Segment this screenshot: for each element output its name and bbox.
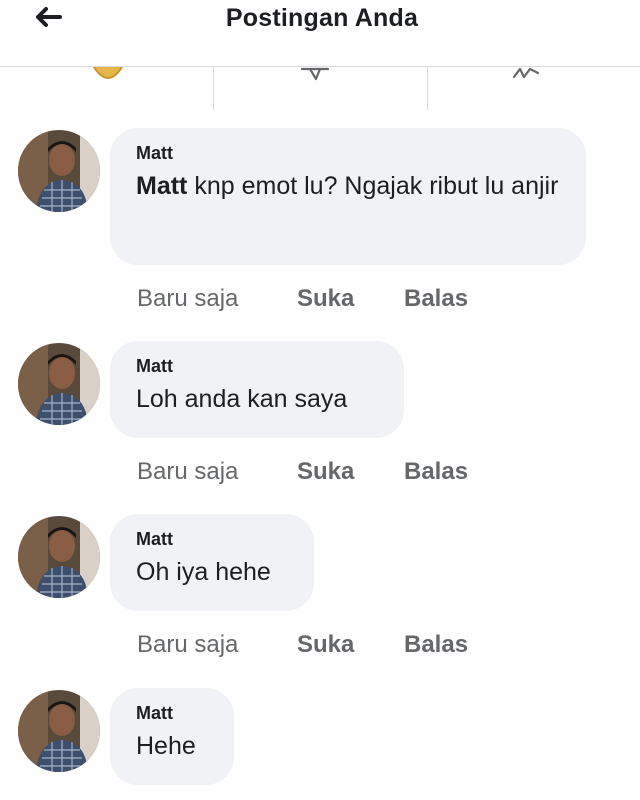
like-button[interactable]: Suka bbox=[297, 631, 354, 659]
divider bbox=[213, 67, 214, 111]
like-button[interactable]: Suka bbox=[297, 285, 354, 313]
reply-button[interactable]: Balas bbox=[404, 631, 468, 659]
comment-bubble[interactable]: Matt Matt knp emot lu? Ngajak ribut lu a… bbox=[110, 128, 586, 265]
page-title: Postingan Anda bbox=[225, 4, 419, 32]
comment-icon[interactable] bbox=[298, 67, 334, 83]
like-button[interactable]: Suka bbox=[297, 458, 354, 486]
top-bar: Postingan Anda bbox=[0, 0, 640, 44]
mention-tag[interactable]: Matt bbox=[136, 172, 187, 200]
avatar[interactable] bbox=[18, 343, 100, 425]
comment-author[interactable]: Matt bbox=[136, 702, 208, 724]
avatar[interactable] bbox=[18, 690, 100, 772]
comment-bubble[interactable]: Matt Loh anda kan saya bbox=[110, 341, 404, 438]
comment-bubble[interactable]: Matt Oh iya hehe bbox=[110, 514, 314, 611]
avatar[interactable] bbox=[18, 130, 100, 212]
comment-author[interactable]: Matt bbox=[136, 142, 560, 164]
divider bbox=[427, 67, 428, 111]
comment-list: Matt Matt knp emot lu? Ngajak ribut lu a… bbox=[0, 110, 640, 800]
reply-button[interactable]: Balas bbox=[404, 285, 468, 313]
comment-author[interactable]: Matt bbox=[136, 355, 378, 377]
share-icon[interactable] bbox=[512, 67, 544, 83]
reply-button[interactable]: Balas bbox=[404, 458, 468, 486]
comment-text: Loh anda kan saya bbox=[136, 385, 348, 413]
timestamp: Baru saja bbox=[137, 631, 239, 658]
comment-text: Hehe bbox=[136, 732, 196, 760]
comment-bubble[interactable]: Matt Hehe bbox=[110, 688, 234, 785]
post-action-bar bbox=[0, 66, 640, 112]
reaction-emoji-icon[interactable] bbox=[88, 67, 128, 81]
comment-text: Oh iya hehe bbox=[136, 558, 271, 586]
timestamp: Baru saja bbox=[137, 285, 239, 312]
avatar[interactable] bbox=[18, 516, 100, 598]
timestamp: Baru saja bbox=[137, 458, 239, 485]
comment-author[interactable]: Matt bbox=[136, 528, 288, 550]
comment-text: Matt knp emot lu? Ngajak ribut lu anjir bbox=[136, 172, 559, 200]
